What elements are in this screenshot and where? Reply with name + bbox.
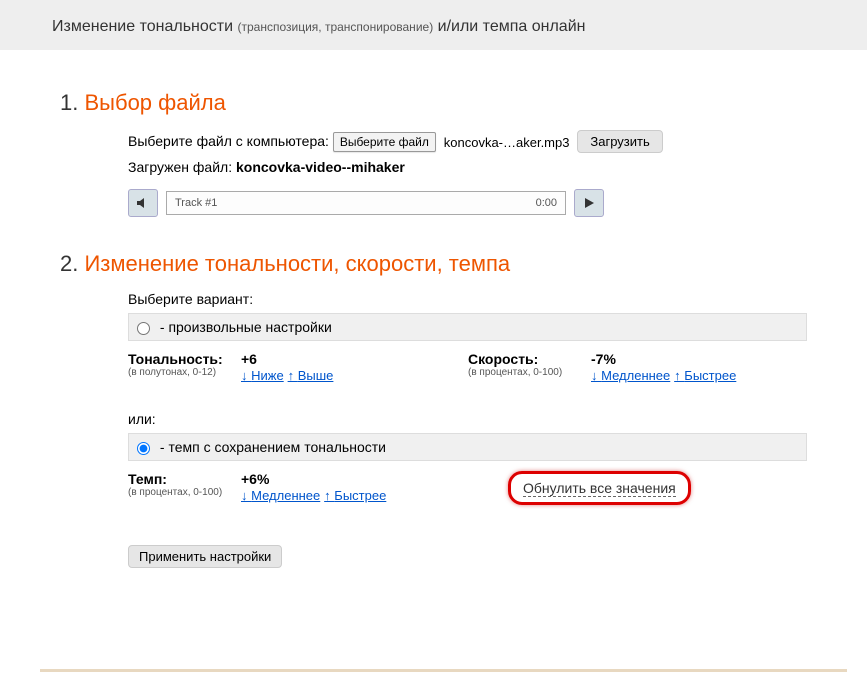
radio-custom[interactable]: [137, 322, 150, 335]
section-1-title: 1. Выбор файла: [60, 90, 807, 116]
reset-highlight: Обнулить все значения: [508, 471, 691, 505]
tempo-value: +6%: [241, 471, 386, 487]
loaded-file-row: Загружен файл: koncovka-video--mihaker: [128, 159, 807, 175]
speed-down-link[interactable]: ↓ Медленнее: [591, 368, 670, 383]
track-name: Track #1: [175, 197, 217, 209]
choose-file-label: Выберите файл с компьютера:: [128, 133, 329, 149]
page-header: Изменение тональности (транспозиция, тра…: [0, 0, 867, 50]
audio-player: Track #1 0:00: [128, 189, 807, 217]
footer-divider: [40, 669, 847, 672]
pitch-hint: (в полутонах, 0-12): [128, 367, 233, 378]
play-icon: [582, 196, 596, 210]
pitch-down-link[interactable]: ↓ Ниже: [241, 368, 284, 383]
header-title-main: Изменение тональности: [52, 18, 233, 35]
speed-control: Скорость: (в процентах, 0-100) -7% ↓ Мед…: [468, 351, 736, 383]
speed-label: Скорость:: [468, 351, 583, 367]
tempo-control: Темп: (в процентах, 0-100) +6% ↓ Медленн…: [128, 471, 428, 505]
choose-file-button[interactable]: Выберите файл: [333, 132, 436, 152]
pitch-label: Тональность:: [128, 351, 233, 367]
or-label: или:: [128, 411, 807, 427]
track-time: 0:00: [536, 197, 557, 209]
option-tempo[interactable]: - темп с сохранением тональности: [128, 433, 807, 461]
section-2-title: 2. Изменение тональности, скорости, темп…: [60, 251, 807, 277]
header-title-sub: (транспозиция, транспонирование): [238, 20, 434, 34]
pitch-value: +6: [241, 351, 333, 367]
tempo-down-link[interactable]: ↓ Медленнее: [241, 488, 320, 503]
header-title-end: и/или темпа онлайн: [438, 18, 586, 35]
tempo-hint: (в процентах, 0-100): [128, 487, 233, 498]
speaker-icon: [136, 196, 150, 210]
loaded-file-name: koncovka-video--mihaker: [236, 159, 405, 175]
section-2-text: Изменение тональности, скорости, темпа: [84, 251, 510, 276]
section-1-text: Выбор файла: [84, 90, 225, 115]
radio-tempo[interactable]: [137, 442, 150, 455]
speed-up-link[interactable]: ↑ Быстрее: [674, 368, 736, 383]
pitch-control: Тональность: (в полутонах, 0-12) +6 ↓ Ни…: [128, 351, 428, 383]
play-button[interactable]: [574, 189, 604, 217]
player-track[interactable]: Track #1 0:00: [166, 191, 566, 215]
speed-hint: (в процентах, 0-100): [468, 367, 583, 378]
option-custom-label: - произвольные настройки: [160, 319, 332, 335]
speed-value: -7%: [591, 351, 736, 367]
section-2-num: 2.: [60, 251, 78, 276]
reset-link[interactable]: Обнулить все значения: [523, 480, 676, 497]
option-tempo-label: - темп с сохранением тональности: [160, 439, 386, 455]
chosen-file-name: koncovka-…aker.mp3: [440, 133, 574, 152]
apply-button[interactable]: Применить настройки: [128, 545, 282, 568]
option-custom[interactable]: - произвольные настройки: [128, 313, 807, 341]
variant-label: Выберите вариант:: [128, 291, 807, 307]
pitch-up-link[interactable]: ↑ Выше: [288, 368, 334, 383]
tempo-up-link[interactable]: ↑ Быстрее: [324, 488, 386, 503]
upload-button[interactable]: Загрузить: [577, 130, 662, 153]
volume-button[interactable]: [128, 189, 158, 217]
tempo-label: Темп:: [128, 471, 233, 487]
loaded-file-label: Загружен файл:: [128, 159, 232, 175]
section-1-num: 1.: [60, 90, 78, 115]
file-select-row: Выберите файл с компьютера: Выберите фай…: [128, 130, 807, 153]
